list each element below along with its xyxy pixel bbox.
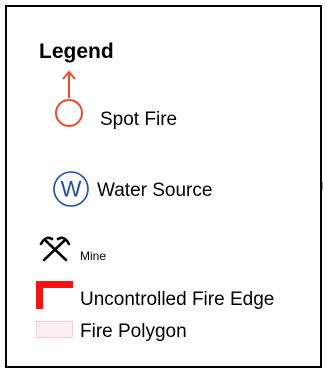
spot-fire-label: Spot Fire bbox=[100, 109, 178, 130]
uncontrolled-fire-edge-icon bbox=[36, 281, 73, 309]
mine-icon bbox=[39, 236, 71, 262]
fire-polygon-label: Fire Polygon bbox=[80, 321, 187, 342]
legend-canvas: Legend Spot Fire W Water Source Mine Unc… bbox=[0, 0, 327, 373]
spot-fire-icon bbox=[55, 70, 83, 127]
edge-tick-mark bbox=[322, 182, 323, 190]
water-source-glyph: W bbox=[61, 177, 82, 202]
water-source-icon: W bbox=[53, 171, 89, 207]
legend-title: Legend bbox=[39, 40, 114, 63]
mine-label: Mine bbox=[80, 249, 107, 263]
uncontrolled-fire-edge-label: Uncontrolled Fire Edge bbox=[80, 289, 275, 310]
water-source-label: Water Source bbox=[97, 180, 213, 201]
fire-polygon-swatch bbox=[36, 321, 73, 338]
